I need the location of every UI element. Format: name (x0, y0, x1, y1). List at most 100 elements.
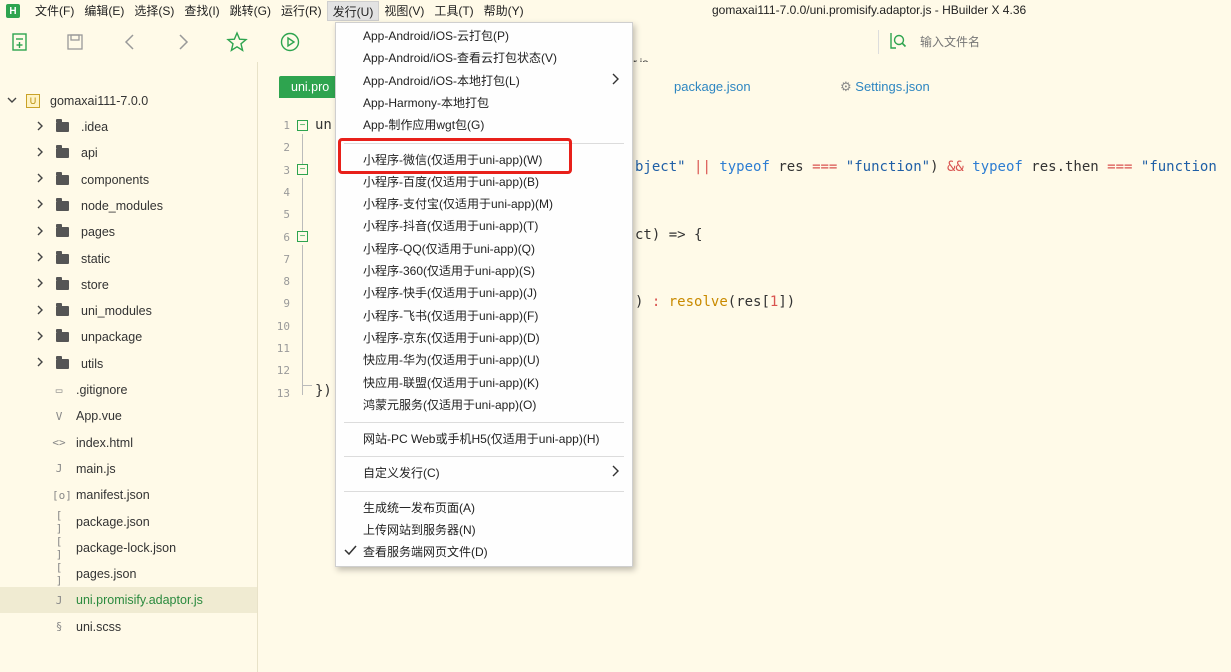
code-line-6[interactable]: ct) => { (635, 227, 702, 243)
folder-icon (56, 276, 69, 290)
file-index-html[interactable]: <> index.html (0, 430, 257, 456)
folder-components[interactable]: components (0, 167, 257, 193)
publish-menu-item[interactable]: 小程序-快手(仅适用于uni-app)(J) (336, 282, 632, 304)
folder-icon (56, 224, 69, 238)
code-line-9[interactable]: ) : resolve(res[1]) (635, 294, 795, 310)
publish-menu-item-label: 鸿蒙元服务(仅适用于uni-app)(O) (363, 397, 537, 412)
menu-run[interactable]: 运行(R) (276, 1, 327, 21)
publish-menu-item[interactable]: 生成统一发布页面(A) (336, 497, 632, 519)
menu-tools[interactable]: 工具(T) (429, 1, 478, 21)
run-icon[interactable] (278, 30, 302, 54)
fold-toggle-icon[interactable]: − (297, 231, 308, 242)
publish-menu-item[interactable]: 小程序-飞书(仅适用于uni-app)(F) (336, 305, 632, 327)
publish-menu-item[interactable]: 快应用-华为(仅适用于uni-app)(U) (336, 349, 632, 371)
indent-guide (302, 385, 312, 386)
folder-unpackage[interactable]: unpackage (0, 324, 257, 350)
folder-icon (56, 355, 69, 369)
fold-toggle-icon[interactable]: − (297, 164, 308, 175)
file-label: pages.json (76, 567, 137, 582)
folder-pages[interactable]: pages (0, 219, 257, 245)
tab-settings-json[interactable]: ⚙ Settings.json (840, 79, 930, 95)
file-pages-json[interactable]: [ ] pages.json (0, 561, 257, 587)
line-number: 8 (283, 275, 290, 289)
save-icon[interactable] (63, 30, 87, 54)
back-icon[interactable] (118, 30, 142, 54)
code-line-3[interactable]: bject" || typeof res === "function") && … (635, 159, 1217, 175)
publish-menu-item-label: 小程序-快手(仅适用于uni-app)(J) (363, 286, 538, 301)
folder-store[interactable]: store (0, 272, 257, 298)
folder-uni-modules[interactable]: uni_modules (0, 298, 257, 324)
chevron-right-icon (34, 357, 46, 370)
publish-menu-item[interactable]: 查看服务端网页文件(D) (336, 541, 632, 563)
file-label: index.html (76, 435, 133, 450)
forward-icon[interactable] (171, 30, 195, 54)
publish-menu-item[interactable]: App-Android/iOS-查看云打包状态(V) (336, 47, 632, 69)
publish-menu-item[interactable]: 小程序-百度(仅适用于uni-app)(B) (336, 171, 632, 193)
indent-guide (302, 178, 303, 231)
publish-menu-item[interactable]: 鸿蒙元服务(仅适用于uni-app)(O) (336, 394, 632, 416)
code-line-1[interactable]: un (315, 117, 332, 133)
project-root[interactable]: U gomaxai111-7.0.0 (0, 88, 257, 114)
menu-help[interactable]: 帮助(Y) (479, 1, 529, 21)
favorite-star-icon[interactable] (225, 30, 249, 54)
publish-menu-item[interactable]: 小程序-360(仅适用于uni-app)(S) (336, 260, 632, 282)
publish-menu-item[interactable]: 小程序-京东(仅适用于uni-app)(D) (336, 327, 632, 349)
folder-api[interactable]: api (0, 140, 257, 166)
folder-icon (56, 145, 69, 159)
js-icon: J (55, 462, 63, 476)
menu-publish[interactable]: 发行(U) (326, 1, 380, 21)
folder-idea[interactable]: .idea (0, 114, 257, 140)
publish-menu-item-label: 网站-PC Web或手机H5(仅适用于uni-app)(H) (363, 432, 600, 447)
publish-menu-item[interactable]: 自定义发行(C) (336, 462, 632, 484)
publish-menu-item[interactable]: App-Android/iOS-云打包(P) (336, 25, 632, 47)
chevron-right-icon (34, 199, 46, 212)
folder-node-modules[interactable]: node_modules (0, 193, 257, 219)
publish-menu-item[interactable]: App-制作应用wgt包(G) (336, 114, 632, 136)
publish-menu-item[interactable]: 快应用-联盟(仅适用于uni-app)(K) (336, 372, 632, 394)
project-name: gomaxai111-7.0.0 (50, 94, 149, 108)
menu-file[interactable]: 文件(F) (30, 1, 79, 21)
file-uni-promisify-adaptor-js[interactable]: Juni.promisify.adaptor.js (0, 587, 257, 614)
file-label: manifest.json (76, 488, 150, 503)
menu-goto[interactable]: 跳转(G) (225, 1, 276, 21)
file-package-lock-json[interactable]: [ ] package-lock.json (0, 535, 257, 561)
file-label: package.json (76, 514, 150, 529)
highlight-annotation-box (338, 138, 572, 174)
file-search-box[interactable] (888, 30, 1188, 54)
file-package-json[interactable]: [ ] package.json (0, 509, 257, 535)
chevron-right-icon (34, 226, 46, 239)
menu-find[interactable]: 查找(I) (179, 1, 224, 21)
publish-menu-item[interactable]: App-Android/iOS-本地打包(L) (336, 70, 632, 92)
file-search-input[interactable] (920, 35, 1140, 49)
publish-menu-item[interactable]: 上传网站到服务器(N) (336, 519, 632, 541)
publish-menu-item[interactable]: App-Harmony-本地打包 (336, 92, 632, 114)
folder-static[interactable]: static (0, 246, 257, 272)
file-app-vue[interactable]: V App.vue (0, 403, 257, 429)
tab-package-json[interactable]: package.json (674, 79, 751, 94)
code-line-13[interactable]: }) (315, 383, 332, 399)
line-number: 3 (283, 163, 290, 177)
publish-menu-item-label: App-Harmony-本地打包 (363, 95, 490, 110)
menu-select[interactable]: 选择(S) (129, 1, 179, 21)
publish-menu-item[interactable]: 网站-PC Web或手机H5(仅适用于uni-app)(H) (336, 428, 632, 450)
file-label: uni.promisify.adaptor.js (76, 593, 203, 608)
file-main-js[interactable]: Jmain.js (0, 456, 257, 482)
file-label: package-lock.json (76, 540, 177, 555)
folder-utils[interactable]: utils (0, 351, 257, 377)
new-file-icon[interactable] (8, 30, 32, 54)
publish-menu-item[interactable]: 小程序-支付宝(仅适用于uni-app)(M) (336, 193, 632, 215)
file-manifest-json[interactable]: [o] manifest.json (0, 482, 257, 508)
menu-edit[interactable]: 编辑(E) (79, 1, 129, 21)
menu-view[interactable]: 视图(V) (379, 1, 429, 21)
publish-menu-item-label: 快应用-联盟(仅适用于uni-app)(K) (363, 375, 540, 390)
publish-menu-item-label: 生成统一发布页面(A) (363, 500, 475, 515)
chevron-right-icon (34, 331, 46, 344)
fold-toggle-icon[interactable]: − (297, 120, 308, 131)
file-gitignore[interactable]: ▭ .gitignore (0, 377, 257, 403)
folder-label: api (81, 146, 98, 161)
publish-menu-item-label: 快应用-华为(仅适用于uni-app)(U) (363, 353, 540, 368)
publish-menu-item[interactable]: 小程序-QQ(仅适用于uni-app)(Q) (336, 238, 632, 260)
file-uni-scss[interactable]: § uni.scss (0, 614, 257, 640)
publish-menu-item[interactable]: 小程序-抖音(仅适用于uni-app)(T) (336, 215, 632, 237)
publish-menu-item-label: App-制作应用wgt包(G) (363, 118, 485, 133)
